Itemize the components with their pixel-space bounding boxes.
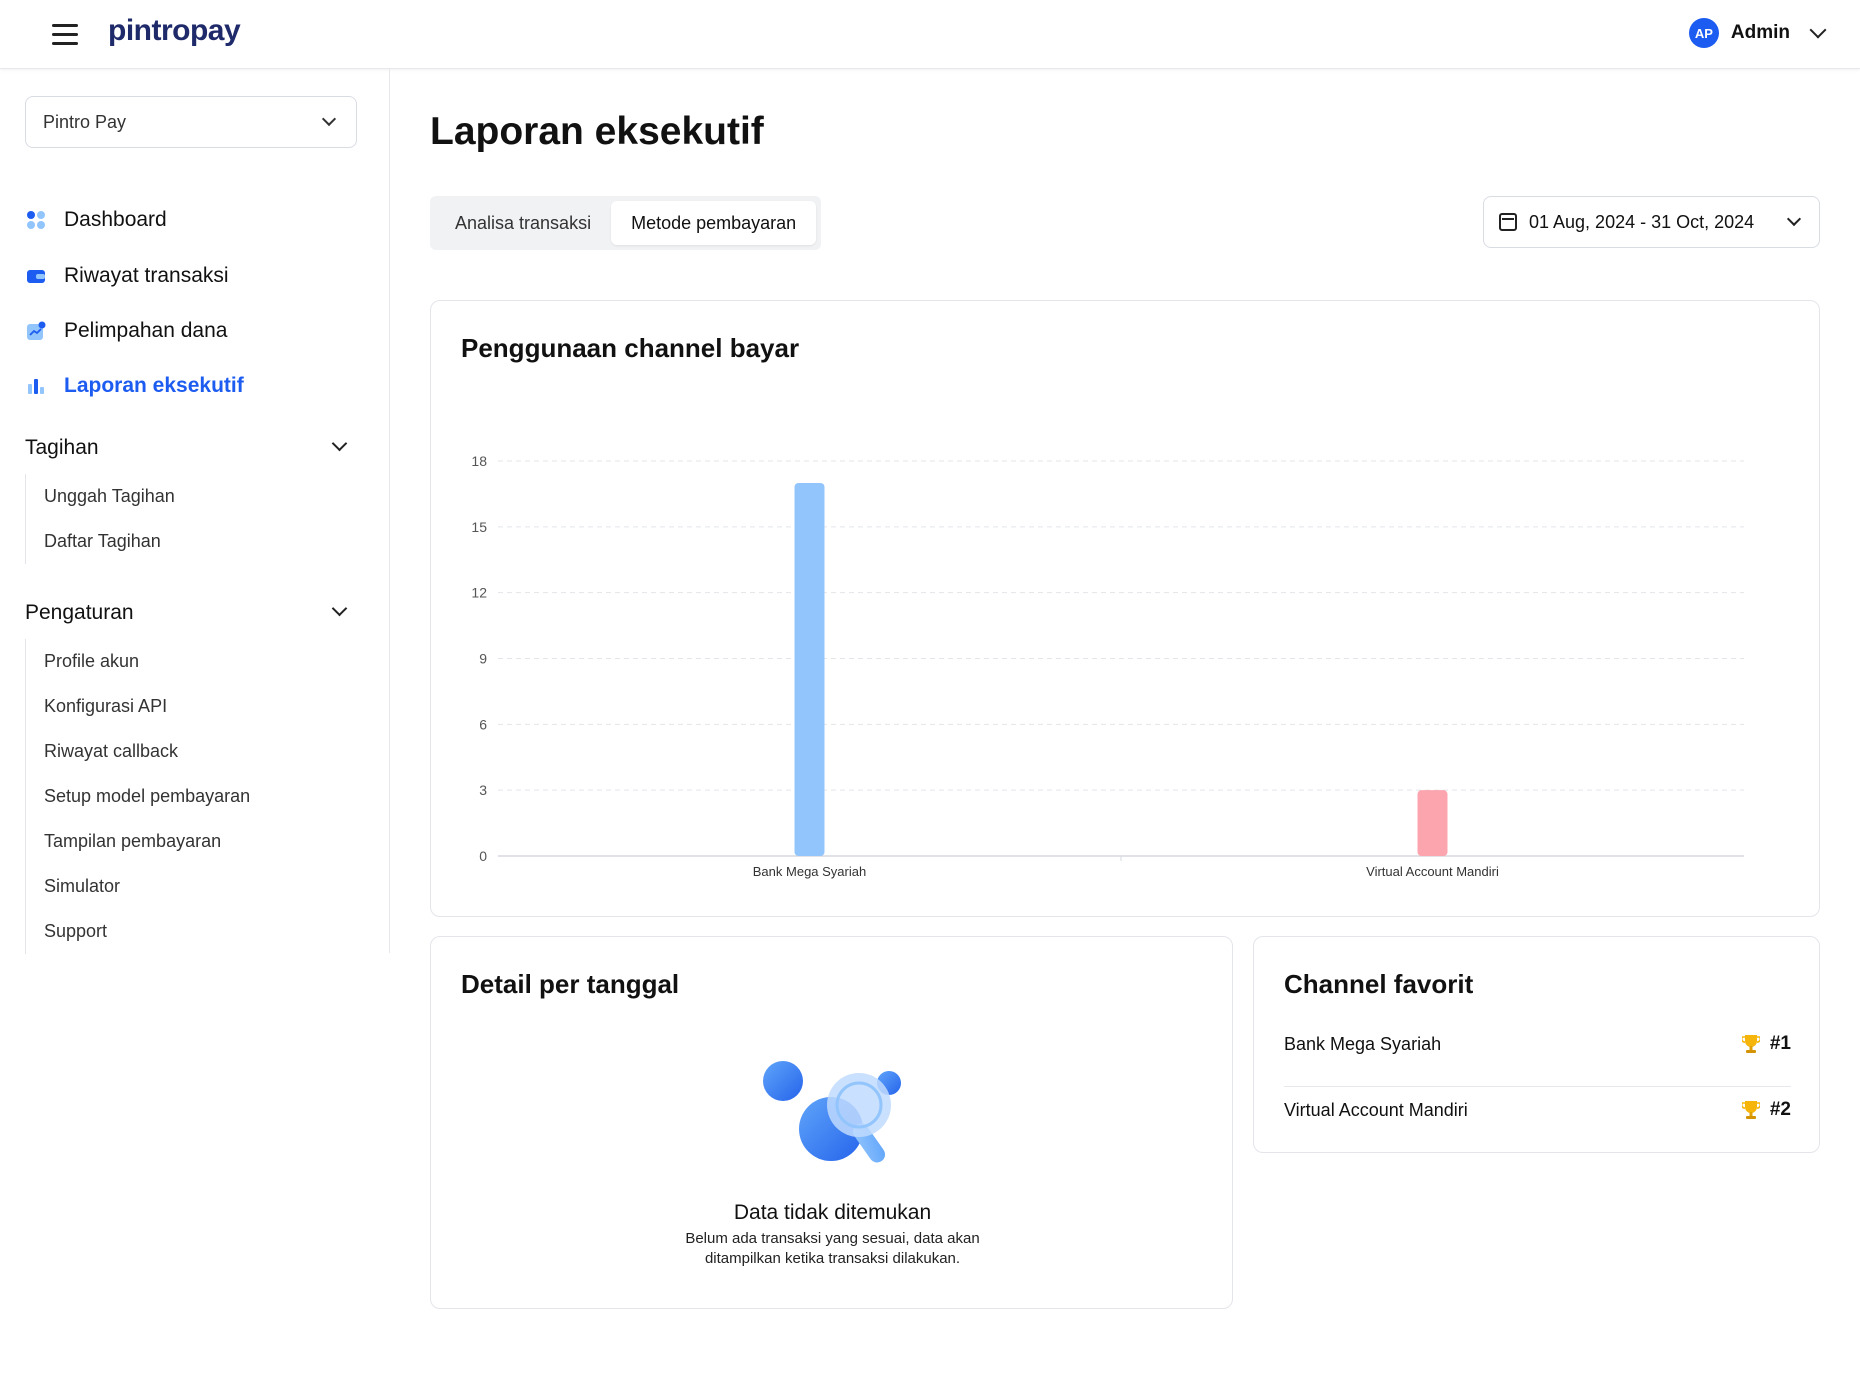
tab-bar: Analisa transaksi Metode pembayaran (430, 196, 822, 250)
x-tick-label: Virtual Account Mandiri (1366, 864, 1499, 879)
wallet-icon (26, 266, 46, 286)
page-title: Laporan eksekutif (430, 110, 764, 153)
sidebar-item-label: Riwayat transaksi (64, 264, 229, 287)
pengaturan-list: Profile akun Konfigurasi API Riwayat cal… (25, 639, 250, 954)
y-tick-label: 9 (479, 651, 487, 667)
sidebar-item-tampilan-pembayaran[interactable]: Tampilan pembayaran (26, 819, 250, 864)
tab-analisa-transaksi[interactable]: Analisa transaksi (435, 201, 611, 245)
chevron-down-icon (321, 111, 337, 127)
empty-search-icon (761, 1059, 911, 1169)
chart-card: Penggunaan channel bayar 0 3 6 9 12 15 18 Bank … (430, 300, 1820, 917)
section-label: Tagihan (25, 436, 99, 459)
menu-icon[interactable] (52, 24, 78, 46)
sidebar-item-dashboard[interactable]: Dashboard (26, 202, 167, 238)
y-tick-label: 18 (471, 453, 487, 469)
top-bar: pintropay AP Admin (0, 0, 1860, 69)
empty-state-title: Data tidak ditemukan (733, 1201, 932, 1224)
chevron-down-icon (1786, 211, 1802, 227)
sidebar: Pintro Pay Dashboard Riwayat transaksi P… (0, 69, 390, 954)
rank-value: #2 (1769, 1099, 1791, 1120)
user-menu[interactable]: AP Admin (1688, 18, 1827, 48)
sidebar-item-unggah-tagihan[interactable]: Unggah Tagihan (26, 474, 175, 519)
chart-bar (1417, 790, 1448, 856)
chevron-down-icon (331, 600, 348, 617)
sidebar-item-profile-akun[interactable]: Profile akun (26, 639, 250, 684)
list-item: Bank Mega Syariah #1 (1284, 1021, 1791, 1067)
sidebar-item-riwayat-transaksi[interactable]: Riwayat transaksi (26, 258, 229, 294)
detail-card-title: Detail per tanggal (461, 969, 680, 999)
sidebar-item-label: Dashboard (64, 208, 167, 231)
bar-chart: 0 3 6 9 12 15 18 Bank Mega Syariah Virtual Accou… (471, 453, 1744, 879)
avatar: AP (1688, 18, 1719, 48)
sidebar-item-support[interactable]: Support (26, 909, 250, 954)
chevron-down-icon (331, 435, 348, 452)
chevron-down-icon (1809, 21, 1827, 39)
sidebar-item-daftar-tagihan[interactable]: Daftar Tagihan (26, 519, 175, 564)
channel-name: Bank Mega Syariah (1284, 1033, 1442, 1054)
org-select[interactable]: Pintro Pay (25, 96, 357, 148)
section-label: Pengaturan (25, 601, 134, 624)
channel-name: Virtual Account Mandiri (1284, 1099, 1468, 1120)
empty-state-description: Belum ada transaksi yang sesuai, data ak… (685, 1230, 980, 1267)
date-range-value: 01 Aug, 2024 - 31 Oct, 2024 (1529, 211, 1755, 232)
date-range-picker[interactable]: 01 Aug, 2024 - 31 Oct, 2024 (1483, 196, 1820, 248)
section-pengaturan[interactable]: Pengaturan (25, 597, 355, 629)
tab-metode-pembayaran[interactable]: Metode pembayaran (611, 201, 817, 245)
dashboard-grid-icon (26, 210, 46, 230)
x-tick-label: Bank Mega Syariah (753, 864, 866, 879)
favorite-channel-card: Channel favorit Bank Mega Syariah #1 Vir… (1253, 936, 1820, 1153)
y-tick-label: 6 (479, 716, 487, 732)
user-name: Admin (1730, 22, 1790, 43)
y-tick-label: 15 (471, 519, 487, 535)
chart-bar (794, 482, 825, 856)
org-select-value: Pintro Pay (43, 111, 127, 132)
y-tick-label: 3 (479, 782, 487, 798)
list-item: Virtual Account Mandiri #2 (1284, 1087, 1791, 1133)
calendar-icon (1499, 213, 1517, 231)
trophy-icon (1740, 1099, 1761, 1121)
rank-badge: #1 (1740, 1033, 1791, 1055)
transfer-icon (26, 321, 46, 341)
app-logo[interactable]: pintropay (108, 14, 241, 48)
rank-badge: #2 (1740, 1099, 1791, 1121)
sidebar-item-laporan-eksekutif[interactable]: Laporan eksekutif (26, 368, 244, 404)
sidebar-item-pelimpahan-dana[interactable]: Pelimpahan dana (26, 313, 227, 349)
rank-value: #1 (1769, 1033, 1791, 1054)
detail-card: Detail per tanggal Data tidak ditemukan … (430, 936, 1233, 1309)
tagihan-list: Unggah Tagihan Daftar Tagihan (25, 474, 175, 564)
y-tick-label: 12 (471, 585, 487, 601)
bar-chart-icon (26, 376, 46, 396)
sidebar-item-label: Laporan eksekutif (64, 374, 244, 397)
section-tagihan[interactable]: Tagihan (25, 432, 355, 464)
y-tick-label: 0 (479, 848, 487, 864)
trophy-icon (1740, 1033, 1761, 1055)
sidebar-item-riwayat-callback[interactable]: Riwayat callback (26, 729, 250, 774)
sidebar-item-konfigurasi-api[interactable]: Konfigurasi API (26, 684, 250, 729)
favorite-card-title: Channel favorit (1284, 969, 1474, 999)
sidebar-item-label: Pelimpahan dana (64, 319, 228, 342)
sidebar-item-setup-model-pembayaran[interactable]: Setup model pembayaran (26, 774, 250, 819)
sidebar-item-simulator[interactable]: Simulator (26, 864, 250, 909)
